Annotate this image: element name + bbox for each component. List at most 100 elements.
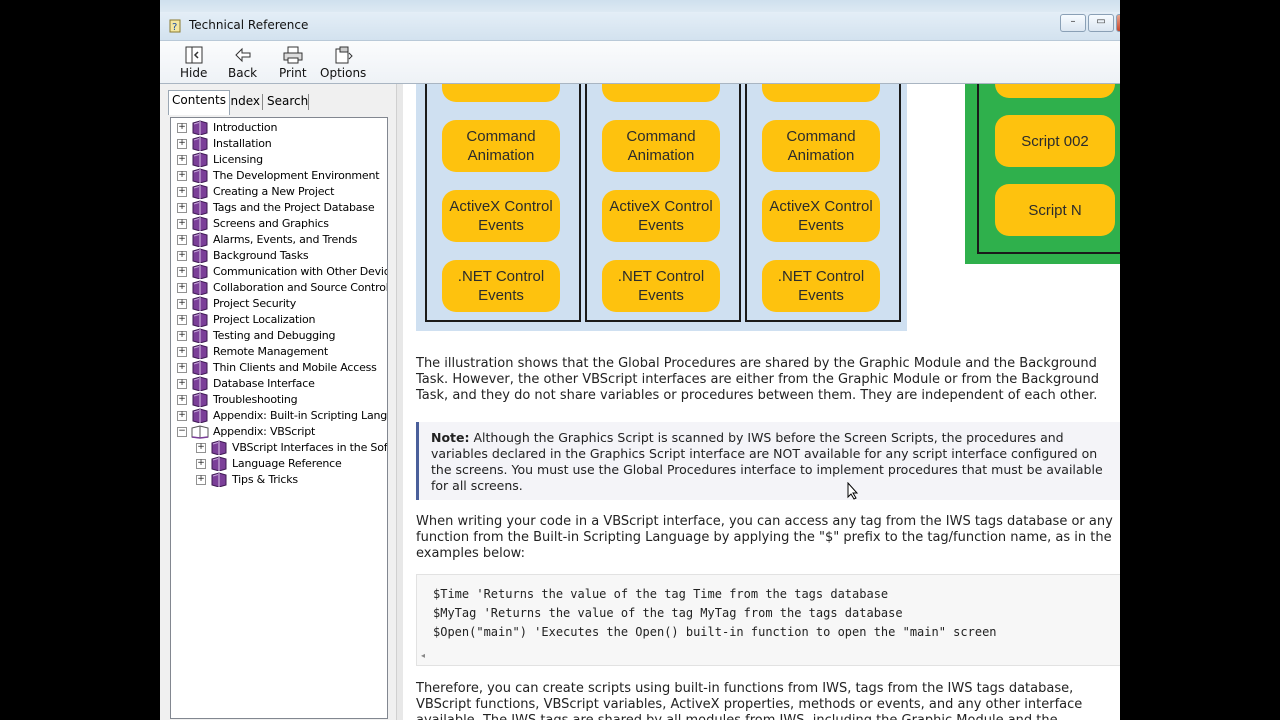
note-body: Although the Graphics Script is scanned … xyxy=(431,430,1103,493)
diagram-pill: Command Animation xyxy=(602,120,720,172)
tree-item-label: Introduction xyxy=(213,121,278,134)
diagram-pill: .NET Control Events xyxy=(762,260,880,312)
hide-button[interactable]: Hide xyxy=(180,45,207,80)
tree-item-label: Appendix: Built-in Scripting Languag xyxy=(213,409,388,422)
book-icon xyxy=(210,472,228,488)
book-icon xyxy=(191,344,209,360)
tree-item-label: Background Tasks xyxy=(213,249,309,262)
book-icon xyxy=(191,328,209,344)
global-scripts-panel: Script 002 Script N xyxy=(965,84,1120,264)
code-line: $Open("main") 'Executes the Open() built… xyxy=(433,625,997,639)
print-button[interactable]: Print xyxy=(279,45,307,80)
diagram-pill-top xyxy=(762,84,880,102)
window-title: Technical Reference xyxy=(189,18,309,32)
help-book-icon: ? xyxy=(169,19,181,33)
tree-item-label: Project Localization xyxy=(213,313,316,326)
hide-label: Hide xyxy=(180,66,208,80)
note-box: Note: Although the Graphics Script is sc… xyxy=(416,422,1120,500)
expand-icon[interactable]: + xyxy=(177,299,187,309)
tab-separator xyxy=(262,94,263,110)
diagram-pill: Command Animation xyxy=(442,120,560,172)
options-icon xyxy=(335,46,353,64)
navigation-pane: Contents Index Search + Introduction + Inst… xyxy=(160,84,396,720)
back-arrow-icon xyxy=(234,47,251,63)
maximize-button[interactable]: ▭ xyxy=(1088,14,1114,32)
collapse-icon[interactable]: − xyxy=(177,427,187,437)
tree-item-label: Installation xyxy=(213,137,272,150)
hide-icon xyxy=(185,46,203,64)
code-line: $MyTag 'Returns the value of the tag MyT… xyxy=(433,606,903,620)
expand-icon[interactable]: + xyxy=(177,379,187,389)
contents-tree[interactable]: + Introduction + Installation + Licensing + The… xyxy=(170,117,388,719)
tree-item-label: Creating a New Project xyxy=(213,185,335,198)
expand-icon[interactable]: + xyxy=(177,123,187,133)
expand-icon[interactable]: + xyxy=(177,331,187,341)
tree-item-label: VBScript Interfaces in the Softw xyxy=(232,441,388,454)
scroll-left-arrow[interactable]: ◂ xyxy=(421,651,425,660)
title-bar[interactable]: ? Technical Reference – ▭ ✕ xyxy=(160,12,1120,41)
tree-item-label: Testing and Debugging xyxy=(213,329,336,342)
diagram-column: Command Animation ActiveX Control Events.… xyxy=(745,84,901,322)
expand-icon[interactable]: + xyxy=(177,347,187,357)
paragraph-illustration: The illustration shows that the Global P… xyxy=(416,356,1099,403)
close-button[interactable]: ✕ xyxy=(1116,14,1120,32)
back-button[interactable]: Back xyxy=(228,45,257,80)
expand-icon[interactable]: + xyxy=(177,139,187,149)
expand-icon[interactable]: + xyxy=(177,155,187,165)
expand-icon[interactable]: + xyxy=(177,267,187,277)
diagram-pill-label: .NET Control Events xyxy=(777,268,865,304)
book-icon xyxy=(210,440,228,456)
diagram-pill-label: Command Animation xyxy=(786,128,856,164)
tree-item-label: Collaboration and Source Control xyxy=(213,281,388,294)
vbscript-diagram: Command Animation ActiveX Control Events.… xyxy=(416,84,907,331)
help-window: ? Technical Reference – ▭ ✕ Hide Back xyxy=(160,0,1120,720)
book-icon xyxy=(191,408,209,424)
tree-item-label: Troubleshooting xyxy=(213,393,298,406)
expand-icon[interactable]: + xyxy=(177,171,187,181)
window-top-glass xyxy=(160,0,1120,12)
expand-icon[interactable]: + xyxy=(196,459,206,469)
book-icon xyxy=(210,456,228,472)
expand-icon[interactable]: + xyxy=(177,315,187,325)
paragraph-therefore: Therefore, you can create scripts using … xyxy=(416,681,1083,720)
expand-icon[interactable]: + xyxy=(196,475,206,485)
book-icon xyxy=(191,200,209,216)
note-label: Note: xyxy=(431,430,470,445)
book-icon xyxy=(191,376,209,392)
script-pill: Script 002 xyxy=(995,115,1115,167)
tree-item-label: Communication with Other Devices xyxy=(213,265,388,278)
diagram-pill-label: .NET Control Events xyxy=(617,268,705,304)
expand-icon[interactable]: + xyxy=(177,187,187,197)
diagram-pill: .NET Control Events xyxy=(442,260,560,312)
open-book-icon xyxy=(191,424,209,439)
book-icon xyxy=(191,360,209,376)
tree-item-label: Alarms, Events, and Trends xyxy=(213,233,358,246)
diagram-pill-label: ActiveX Control Events xyxy=(769,198,873,234)
expand-icon[interactable]: + xyxy=(196,443,206,453)
diagram-pill: .NET Control Events xyxy=(602,260,720,312)
tree-item-label: Thin Clients and Mobile Access xyxy=(213,361,377,374)
tab-contents[interactable]: Contents xyxy=(168,90,230,115)
diagram-column: Command Animation ActiveX Control Events.… xyxy=(585,84,741,322)
book-icon xyxy=(191,184,209,200)
tree-item-label: Licensing xyxy=(213,153,263,166)
tree-item-label: Language Reference xyxy=(232,457,342,470)
diagram-pill: ActiveX Control Events xyxy=(602,190,720,242)
code-sample: $Time 'Returns the value of the tag Time… xyxy=(416,574,1120,666)
minimize-button[interactable]: – xyxy=(1060,14,1086,32)
expand-icon[interactable]: + xyxy=(177,235,187,245)
expand-icon[interactable]: + xyxy=(177,363,187,373)
expand-icon[interactable]: + xyxy=(177,203,187,213)
expand-icon[interactable]: + xyxy=(177,283,187,293)
tree-item-label: Remote Management xyxy=(213,345,329,358)
expand-icon[interactable]: + xyxy=(177,395,187,405)
scripts-frame: Script 002 Script N xyxy=(977,84,1120,254)
expand-icon[interactable]: + xyxy=(177,251,187,261)
print-label: Print xyxy=(279,66,307,80)
expand-icon[interactable]: + xyxy=(177,411,187,421)
script-pill-top xyxy=(995,84,1115,98)
expand-icon[interactable]: + xyxy=(177,219,187,229)
diagram-pill: ActiveX Control Events xyxy=(442,190,560,242)
options-button[interactable]: Options xyxy=(320,45,366,80)
tab-search[interactable]: Search xyxy=(264,92,311,112)
